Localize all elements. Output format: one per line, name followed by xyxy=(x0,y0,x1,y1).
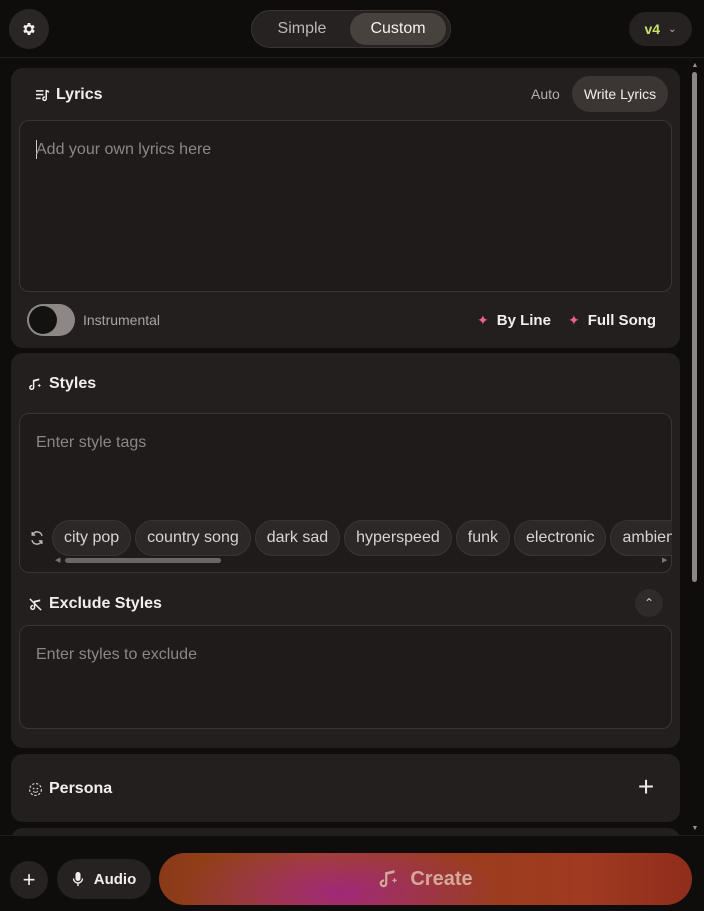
scroll-up-arrow[interactable]: ▲ xyxy=(690,62,700,69)
exclude-styles-header: Exclude Styles xyxy=(28,595,162,613)
styles-title: Styles xyxy=(49,375,97,392)
lyrics-card: Lyrics Auto Write Lyrics Add your own ly… xyxy=(11,68,680,348)
lyrics-input[interactable]: Add your own lyrics here xyxy=(19,120,672,292)
style-tag-chip[interactable]: hyperspeed xyxy=(344,520,452,556)
scroll-down-arrow[interactable]: ▼ xyxy=(690,825,700,832)
collapse-exclude-button[interactable]: ⌃ xyxy=(635,589,663,617)
exclude-styles-input[interactable]: Enter styles to exclude xyxy=(19,625,672,729)
lyrics-title: Lyrics xyxy=(56,86,103,103)
mode-simple-tab[interactable]: Simple xyxy=(254,13,350,45)
lyrics-header: Lyrics xyxy=(35,86,103,104)
exclude-styles-title: Exclude Styles xyxy=(49,595,162,612)
full-song-button[interactable]: ✦ Full Song xyxy=(568,306,656,334)
toggle-knob xyxy=(29,306,57,334)
tags-horizontal-scrollbar[interactable] xyxy=(65,558,221,563)
style-tag-suggestions: city pop country song dark sad hyperspee… xyxy=(52,520,672,556)
persona-icon xyxy=(29,782,42,796)
top-bar: Simple Custom v4 ⌄ xyxy=(0,0,704,58)
exclude-music-icon xyxy=(29,597,42,611)
style-tag-chip[interactable]: funk xyxy=(455,520,510,556)
lyrics-mode-tabs: Auto Write Lyrics xyxy=(519,76,669,112)
tab-auto[interactable]: Auto xyxy=(519,76,572,112)
full-song-label: Full Song xyxy=(587,311,657,329)
sparkle-icon: ✦ xyxy=(568,311,580,328)
persona-card[interactable]: Persona + xyxy=(11,754,680,822)
style-tag-chip[interactable]: ambient xyxy=(610,520,672,556)
add-button[interactable]: + xyxy=(10,861,48,899)
gear-icon xyxy=(23,23,35,35)
styles-card: Styles Enter style tags city pop country… xyxy=(11,353,680,748)
lyrics-icon xyxy=(35,89,50,101)
create-label: Create xyxy=(410,867,473,890)
sparkle-icon: ✦ xyxy=(477,311,489,328)
mode-toggle: Simple Custom xyxy=(251,10,451,48)
style-tag-chip[interactable]: dark sad xyxy=(254,520,341,556)
lyrics-placeholder: Add your own lyrics here xyxy=(36,141,212,158)
microphone-icon xyxy=(72,872,83,886)
exclude-placeholder: Enter styles to exclude xyxy=(36,646,197,663)
scroll-left-arrow[interactable]: ◀ xyxy=(55,556,60,564)
settings-button[interactable] xyxy=(9,9,49,49)
style-tag-chip[interactable]: electronic xyxy=(514,520,607,556)
create-button[interactable]: Create xyxy=(159,853,692,905)
persona-header: Persona xyxy=(28,780,112,798)
tab-write-lyrics[interactable]: Write Lyrics xyxy=(571,76,669,112)
refresh-icon[interactable] xyxy=(29,530,45,546)
instrumental-toggle[interactable] xyxy=(27,304,75,336)
chevron-up-icon: ⌃ xyxy=(643,596,655,610)
style-tag-chip[interactable]: country song xyxy=(135,520,251,556)
styles-header: Styles xyxy=(28,375,96,393)
version-label: v4 xyxy=(644,21,661,37)
audio-button[interactable]: Audio xyxy=(57,859,151,899)
style-tag-chip[interactable]: city pop xyxy=(52,520,132,556)
mode-custom-tab[interactable]: Custom xyxy=(350,13,446,45)
persona-title: Persona xyxy=(49,780,113,797)
styles-placeholder: Enter style tags xyxy=(36,434,147,451)
styles-input[interactable]: Enter style tags city pop country song d… xyxy=(19,413,672,573)
music-note-icon xyxy=(29,377,42,390)
audio-label: Audio xyxy=(93,870,137,888)
by-line-label: By Line xyxy=(496,311,551,329)
by-line-button[interactable]: ✦ By Line xyxy=(477,306,551,334)
create-music-icon xyxy=(380,870,398,888)
bottom-bar: + Audio Create xyxy=(0,835,704,911)
chevron-down-icon: ⌄ xyxy=(668,23,677,35)
plus-icon: + xyxy=(637,771,655,802)
scroll-right-arrow[interactable]: ▶ xyxy=(662,556,667,564)
instrumental-label: Instrumental xyxy=(83,312,161,328)
vertical-scroll-thumb[interactable] xyxy=(692,72,697,582)
add-persona-button[interactable]: + xyxy=(633,771,659,802)
version-select[interactable]: v4 ⌄ xyxy=(629,12,692,46)
plus-icon: + xyxy=(22,867,36,892)
